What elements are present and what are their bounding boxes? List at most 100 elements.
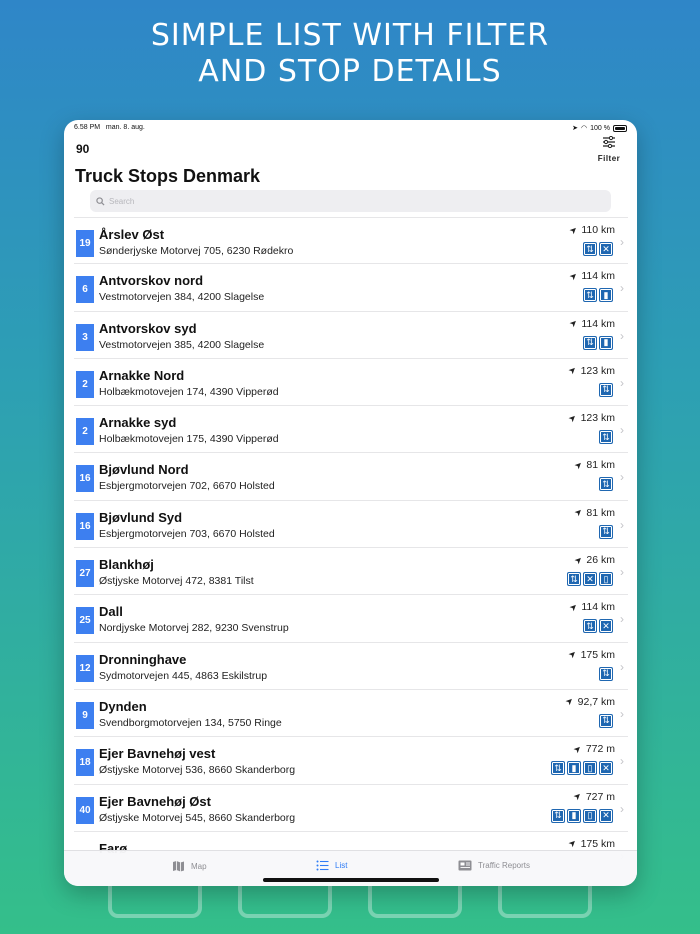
chevron-right-icon: › bbox=[620, 801, 624, 816]
stop-name: Ejer Bavnehøj vest bbox=[99, 746, 216, 762]
location-arrow-icon: ➤ bbox=[567, 223, 580, 236]
stop-number-badge: 9 bbox=[76, 701, 94, 729]
amenity-icons: ⇅ bbox=[599, 666, 613, 681]
distance-value: 123 km bbox=[580, 364, 615, 377]
toilet-icon: ⇅ bbox=[599, 524, 613, 539]
search-field[interactable]: Search bbox=[90, 190, 611, 212]
stop-number-badge: 12 bbox=[76, 654, 94, 682]
stop-distance: ➤ 114 km bbox=[567, 317, 615, 330]
amenity-icons: ⇅ bbox=[599, 430, 613, 445]
chevron-right-icon: › bbox=[620, 281, 624, 296]
stop-distance: ➤ 175 km bbox=[566, 837, 615, 850]
distance-value: 175 km bbox=[580, 648, 615, 661]
stop-distance: ➤ 26 km bbox=[572, 554, 615, 567]
page-title: Truck Stops Denmark bbox=[75, 166, 261, 186]
fuel-icon: ▮ bbox=[599, 288, 613, 303]
promo-headline-line-1: SIMPLE LIST WITH FILTER bbox=[150, 18, 550, 53]
stop-name: Dynden bbox=[99, 698, 147, 714]
truck-stop-row[interactable]: 12 Dronninghave Sydmotorvejen 445, 4863 … bbox=[74, 642, 628, 690]
search-placeholder: Search bbox=[109, 196, 135, 206]
distance-value: 114 km bbox=[581, 317, 615, 330]
amenity-icons: ⇅ bbox=[599, 477, 613, 492]
stop-name: Antvorskov nord bbox=[99, 273, 204, 289]
truck-stop-row[interactable]: 9 Dynden Svendborgmotorvejen 134, 5750 R… bbox=[74, 689, 628, 738]
amenity-icons: ⇅ ✕ bbox=[583, 619, 613, 634]
chevron-right-icon: › bbox=[620, 328, 624, 343]
truck-stop-row[interactable]: 3 Antvorskov syd Vestmotorvejen 385, 420… bbox=[74, 311, 628, 359]
fuel-icon: ▮ bbox=[567, 761, 581, 776]
amenity-icons: ⇅ ▮ ▯ ✕ bbox=[551, 808, 613, 823]
stop-name: Dall bbox=[99, 604, 123, 620]
truck-stop-row[interactable]: 27 Blankhøj Østjyske Motorvej 472, 8381 … bbox=[74, 548, 628, 596]
truck-stop-row[interactable]: 16 Bjøvlund Nord Esbjergmotorvejen 702, … bbox=[74, 453, 628, 501]
toilet-icon: ⇅ bbox=[599, 430, 613, 445]
stop-name: Dronninghave bbox=[99, 651, 187, 667]
stop-name: Ejer Bavnehøj Øst bbox=[99, 793, 211, 809]
chevron-right-icon: › bbox=[620, 612, 624, 627]
tab-traffic-reports[interactable]: Traffic Reports bbox=[458, 860, 530, 871]
chevron-right-icon: › bbox=[620, 423, 624, 438]
distance-value: 110 km bbox=[581, 224, 615, 236]
chevron-right-icon: › bbox=[620, 517, 624, 532]
filter-label: Filter bbox=[597, 154, 621, 163]
toilet-icon: ⇅ bbox=[599, 666, 613, 681]
toilet-icon: ⇅ bbox=[599, 477, 613, 492]
battery-percent: 100 % bbox=[590, 124, 610, 132]
stop-distance: ➤ 114 km bbox=[567, 269, 615, 283]
stop-address: Esbjergmotorvejen 702, 6670 Holsted bbox=[99, 480, 275, 493]
stop-address: Sønderjyske Motorvej 705, 6230 Rødekro bbox=[99, 245, 294, 257]
distance-value: 81 km bbox=[586, 459, 615, 472]
distance-value: 26 km bbox=[586, 554, 615, 567]
stop-name: Arnakke Nord bbox=[99, 367, 185, 383]
stop-address: Sydmotorvejen 445, 4863 Eskilstrup bbox=[99, 669, 268, 682]
distance-value: 114 km bbox=[581, 270, 615, 283]
distance-value: 175 km bbox=[580, 837, 615, 850]
toilet-icon: ⇅ bbox=[583, 242, 597, 256]
truck-stop-row[interactable]: 2 Arnakke syd Holbækmotovejen 175, 4390 … bbox=[74, 406, 628, 454]
toilet-icon: ⇅ bbox=[599, 382, 613, 397]
wifi-icon: ◠ bbox=[581, 125, 588, 132]
stop-distance: ➤ 123 km bbox=[566, 364, 615, 377]
truck-stop-row[interactable]: 16 Bjøvlund Syd Esbjergmotorvejen 703, 6… bbox=[74, 500, 628, 549]
location-arrow-icon: ➤ bbox=[567, 269, 580, 283]
location-arrow-icon: ➤ bbox=[572, 125, 579, 132]
truck-stop-row[interactable]: 18 Ejer Bavnehøj vest Østjyske Motorvej … bbox=[74, 737, 628, 785]
tab-list-label: List bbox=[335, 861, 348, 870]
amenity-icons: ⇅ ▮ bbox=[583, 288, 613, 303]
stop-number-badge: 25 bbox=[76, 607, 94, 635]
tab-bar: Map List Traffic Reports bbox=[64, 850, 637, 886]
stop-address: Østjyske Motorvej 545, 8660 Skanderborg bbox=[99, 811, 296, 824]
toilet-icon: ⇅ bbox=[599, 713, 613, 728]
stop-number-badge: 16 bbox=[76, 465, 94, 493]
stop-name: Antvorskov syd bbox=[99, 320, 197, 336]
truck-stop-row[interactable]: 2 Arnakke Nord Holbækmotovejen 174, 4390… bbox=[74, 358, 628, 407]
stop-name: Bjøvlund Nord bbox=[99, 462, 189, 478]
tab-list[interactable]: List bbox=[316, 860, 347, 871]
stop-distance: ➤ 123 km bbox=[566, 411, 615, 425]
distance-value: 772 m bbox=[585, 743, 615, 756]
stop-distance: ➤ 81 km bbox=[572, 506, 615, 519]
location-arrow-icon: ➤ bbox=[566, 411, 579, 425]
amenity-icons: ⇅ bbox=[599, 524, 613, 539]
location-arrow-icon: ➤ bbox=[571, 742, 584, 756]
stop-distance: ➤ 81 km bbox=[572, 459, 615, 472]
trash-icon: ▯ bbox=[583, 761, 597, 776]
toilet-icon: ⇅ bbox=[551, 808, 565, 823]
stop-address: Østjyske Motorvej 536, 8660 Skanderborg bbox=[99, 764, 296, 777]
truck-stop-row[interactable]: 6 Antvorskov nord Vestmotorvejen 384, 42… bbox=[74, 264, 628, 312]
restaurant-icon: ✕ bbox=[599, 808, 613, 823]
truck-stop-row[interactable]: 40 Ejer Bavnehøj Øst Østjyske Motorvej 5… bbox=[74, 784, 628, 832]
promo-headline: SIMPLE LIST WITH FILTER AND STOP DETAILS bbox=[0, 18, 700, 90]
toilet-icon: ⇅ bbox=[583, 335, 597, 350]
status-time: 6.58 PM bbox=[74, 124, 101, 131]
amenity-icons: ⇅ bbox=[599, 382, 613, 397]
promo-headline-line-2: AND STOP DETAILS bbox=[198, 54, 502, 89]
tab-map[interactable]: Map bbox=[172, 860, 207, 872]
truck-stop-row[interactable]: 19 Årslev Øst Sønderjyske Motorvej 705, … bbox=[74, 217, 628, 265]
stop-distance: ➤ 727 m bbox=[571, 790, 615, 803]
chevron-right-icon: › bbox=[620, 706, 624, 721]
truck-stop-row[interactable]: 25 Dall Nordjyske Motorvej 282, 9230 Sve… bbox=[74, 595, 628, 643]
chevron-right-icon: › bbox=[620, 375, 624, 390]
stop-distance: ➤ 772 m bbox=[571, 742, 615, 756]
filter-button[interactable]: Filter bbox=[592, 135, 626, 163]
